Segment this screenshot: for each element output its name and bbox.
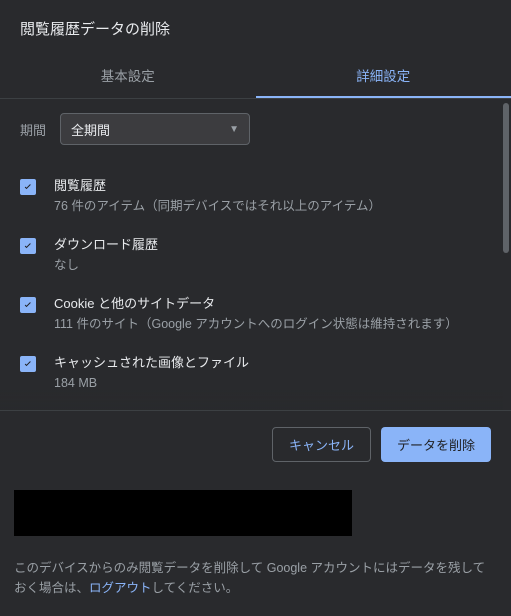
clear-data-button[interactable]: データを削除 xyxy=(381,427,491,462)
data-type-list: 閲覧履歴 76 件のアイテム（同期デバイスではそれ以上のアイテム） ダウンロード履歴… xyxy=(20,167,491,410)
account-box-redacted xyxy=(14,490,352,536)
footer-post: してください。 xyxy=(152,581,239,595)
time-range-value: 全期間 xyxy=(71,120,110,139)
chevron-down-icon: ▼ xyxy=(229,124,239,135)
footer-pre: このデバイスからのみ閲覧データを削除して Google アカウントにはデータを残… xyxy=(14,561,485,595)
data-type-item: Cookie と他のサイトデータ 111 件のサイト（Google アカウントへの… xyxy=(20,285,491,344)
checkbox[interactable] xyxy=(20,356,36,372)
item-subtext: 76 件のアイテム（同期デバイスではそれ以上のアイテム） xyxy=(54,197,491,216)
tabs: 基本設定 詳細設定 xyxy=(0,53,511,99)
checkbox[interactable] xyxy=(20,179,36,195)
data-type-item: ダウンロード履歴なし xyxy=(20,226,491,285)
data-type-item: キャッシュされた画像とファイル 184 MB xyxy=(20,344,491,403)
item-title: 閲覧履歴 xyxy=(54,177,491,195)
item-title: Cookie と他のサイトデータ xyxy=(54,295,491,313)
time-range-dropdown[interactable]: 全期間 ▼ xyxy=(60,113,250,145)
time-range-row: 期間 全期間 ▼ xyxy=(20,113,491,145)
logout-link[interactable]: ログアウト xyxy=(89,581,152,595)
tab-advanced[interactable]: 詳細設定 xyxy=(256,53,511,98)
checkbox[interactable] xyxy=(20,297,36,313)
item-text: ダウンロード履歴なし xyxy=(54,236,491,275)
content-scroll[interactable]: 期間 全期間 ▼ 閲覧履歴 76 件のアイテム（同期デバイスではそれ以上のアイテム… xyxy=(0,99,511,410)
checkbox[interactable] xyxy=(20,238,36,254)
item-text: キャッシュされた画像とファイル 184 MB xyxy=(54,354,491,393)
time-range-label: 期間 xyxy=(20,120,46,139)
cancel-button[interactable]: キャンセル xyxy=(272,427,371,462)
item-subtext: 184 MB xyxy=(54,374,491,393)
footer-text: このデバイスからのみ閲覧データを削除して Google アカウントにはデータを残… xyxy=(14,558,497,598)
item-text: Cookie と他のサイトデータ 111 件のサイト（Google アカウントへの… xyxy=(54,295,491,334)
item-subtext: 111 件のサイト（Google アカウントへのログイン状態は維持されます） xyxy=(54,315,491,334)
item-title: ダウンロード履歴 xyxy=(54,236,491,254)
data-type-item: パスワードとその他のログインデータfelmat.net、rentracks.jp… xyxy=(20,403,491,410)
dialog-body: 期間 全期間 ▼ 閲覧履歴 76 件のアイテム（同期デバイスではそれ以上のアイテム… xyxy=(0,99,511,410)
clear-browsing-data-dialog: 閲覧履歴データの削除 基本設定 詳細設定 期間 全期間 ▼ 閲覧履歴 76 件のア… xyxy=(0,0,511,616)
item-text: 閲覧履歴 76 件のアイテム（同期デバイスではそれ以上のアイテム） xyxy=(54,177,491,216)
footer: このデバイスからのみ閲覧データを削除して Google アカウントにはデータを残… xyxy=(0,478,511,616)
item-title: キャッシュされた画像とファイル xyxy=(54,354,491,372)
item-subtext: なし xyxy=(54,256,491,275)
dialog-title: 閲覧履歴データの削除 xyxy=(0,0,511,53)
tab-basic[interactable]: 基本設定 xyxy=(0,53,256,98)
dialog-buttons: キャンセル データを削除 xyxy=(0,410,511,478)
scrollbar-thumb[interactable] xyxy=(503,103,509,253)
data-type-item: 閲覧履歴 76 件のアイテム（同期デバイスではそれ以上のアイテム） xyxy=(20,167,491,226)
